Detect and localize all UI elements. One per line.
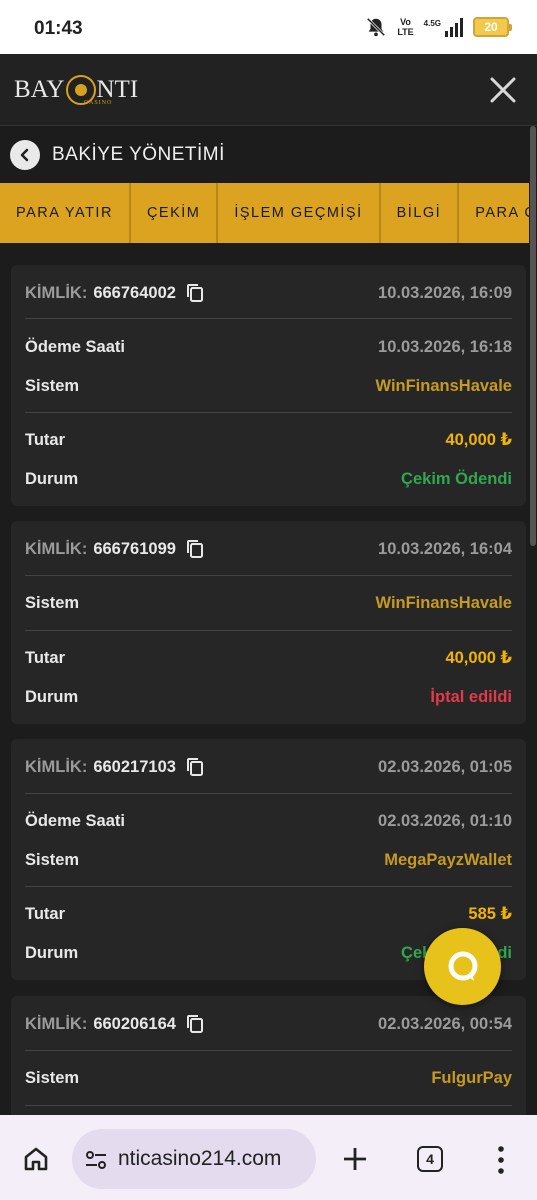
- scrollbar-thumb[interactable]: [530, 126, 536, 546]
- id-label: KİMLİK:: [25, 1014, 88, 1033]
- divider: [25, 318, 512, 319]
- logo-subtitle: CASINO: [84, 100, 113, 106]
- tab-info[interactable]: BİLGİ: [381, 183, 460, 243]
- battery-level: 20: [484, 20, 498, 34]
- amount-label: Tutar: [25, 648, 66, 667]
- copy-icon[interactable]: [186, 757, 204, 777]
- logo[interactable]: BAY NTI CASINO: [14, 72, 138, 108]
- chat-bubble-icon: [448, 951, 477, 981]
- system-label: Sistem: [25, 376, 80, 395]
- status-label: Durum: [25, 687, 79, 706]
- close-icon[interactable]: [489, 76, 517, 104]
- bell-off-icon: [367, 17, 386, 37]
- transaction-card: KİMLİK: 666764002 10.03.2026, 16:09 Ödem…: [11, 265, 526, 506]
- transaction-id: 660217103: [93, 757, 176, 776]
- system-value: FulgurPay: [431, 1068, 512, 1087]
- status-label: Durum: [25, 943, 79, 962]
- divider: [25, 1050, 512, 1051]
- page-title: BAKİYE YÖNETİMİ: [52, 144, 225, 165]
- transaction-id: 660206164: [93, 1014, 176, 1033]
- new-tab-icon[interactable]: [341, 1145, 369, 1173]
- url-text: nticasino214.com: [118, 1147, 282, 1170]
- divider: [25, 886, 512, 887]
- payment-time-value: 02.03.2026, 01:10: [378, 811, 512, 830]
- logo-text-left: BAY: [14, 76, 65, 103]
- divider: [25, 793, 512, 794]
- id-label: KİMLİK:: [25, 757, 88, 776]
- divider: [25, 412, 512, 413]
- transaction-date: 10.03.2026, 16:04: [378, 539, 512, 558]
- transaction-date: 02.03.2026, 00:54: [378, 1014, 512, 1033]
- tab-withdraw[interactable]: ÇEKİM: [131, 183, 219, 243]
- payment-time-label: Ödeme Saati: [25, 811, 125, 830]
- status-value: Çekim Ödendi: [401, 469, 512, 488]
- id-label: KİMLİK:: [25, 539, 88, 558]
- live-chat-button[interactable]: [424, 928, 501, 1005]
- back-button[interactable]: [10, 140, 40, 170]
- tab-transaction-history[interactable]: İŞLEM GEÇMİŞİ: [218, 183, 381, 243]
- address-bar[interactable]: nticasino214.com: [72, 1129, 316, 1189]
- tab-deposit[interactable]: PARA YATIR: [0, 183, 131, 243]
- system-label: Sistem: [25, 1068, 80, 1087]
- battery-icon: 20: [473, 17, 512, 37]
- system-label: Sistem: [25, 593, 80, 612]
- page-title-bar: BAKİYE YÖNETİMİ: [0, 126, 529, 183]
- amount-value: 40,000 ₺: [445, 649, 512, 667]
- more-menu-icon[interactable]: [496, 1145, 506, 1175]
- system-value: WinFinansHavale: [375, 376, 512, 395]
- amount-value: 585 ₺: [468, 905, 512, 923]
- site-header: BAY NTI CASINO: [0, 54, 537, 126]
- payment-time-value: 10.03.2026, 16:18: [378, 337, 512, 356]
- divider: [25, 575, 512, 576]
- divider: [25, 630, 512, 631]
- copy-icon[interactable]: [186, 539, 204, 559]
- scrollbar[interactable]: [529, 126, 537, 1116]
- system-value: MegaPayzWallet: [384, 850, 512, 869]
- transaction-date: 10.03.2026, 16:09: [378, 283, 512, 302]
- status-bar: 01:43 Vo LTE 4.5G 20: [0, 0, 537, 54]
- status-label: Durum: [25, 469, 79, 488]
- network-speed: 4.5G: [423, 18, 441, 28]
- home-icon[interactable]: [22, 1145, 50, 1173]
- tab-switcher-button[interactable]: 4: [417, 1146, 443, 1172]
- divider: [25, 1105, 512, 1106]
- status-time: 01:43: [34, 18, 83, 39]
- status-icons: Vo LTE 4.5G 20: [365, 16, 512, 38]
- tab-withdraw-2[interactable]: PARA ÇEKİM: [459, 183, 537, 243]
- signal-icon: [445, 17, 463, 37]
- browser-toolbar: nticasino214.com 4: [0, 1115, 537, 1200]
- copy-icon[interactable]: [186, 1014, 204, 1034]
- transaction-id: 666761099: [93, 539, 176, 558]
- copy-icon[interactable]: [186, 283, 204, 303]
- status-value: İptal edildi: [430, 687, 512, 706]
- volte-indicator: Vo LTE: [397, 17, 414, 37]
- transaction-date: 02.03.2026, 01:05: [378, 757, 512, 776]
- chevron-left-icon: [20, 148, 29, 162]
- system-value: WinFinansHavale: [375, 593, 512, 612]
- site-settings-icon[interactable]: [84, 1149, 108, 1171]
- transaction-id: 666764002: [93, 283, 176, 302]
- transaction-card: KİMLİK: 666761099 10.03.2026, 16:04 Sist…: [11, 521, 526, 724]
- amount-label: Tutar: [25, 430, 66, 449]
- transaction-card: KİMLİK: 660206164 02.03.2026, 00:54 Sist…: [11, 996, 526, 1115]
- system-label: Sistem: [25, 850, 80, 869]
- id-label: KİMLİK:: [25, 283, 88, 302]
- amount-label: Tutar: [25, 904, 66, 923]
- tab-bar: PARA YATIR ÇEKİM İŞLEM GEÇMİŞİ BİLGİ PAR…: [0, 183, 537, 243]
- payment-time-label: Ödeme Saati: [25, 337, 125, 356]
- amount-value: 40,000 ₺: [445, 431, 512, 449]
